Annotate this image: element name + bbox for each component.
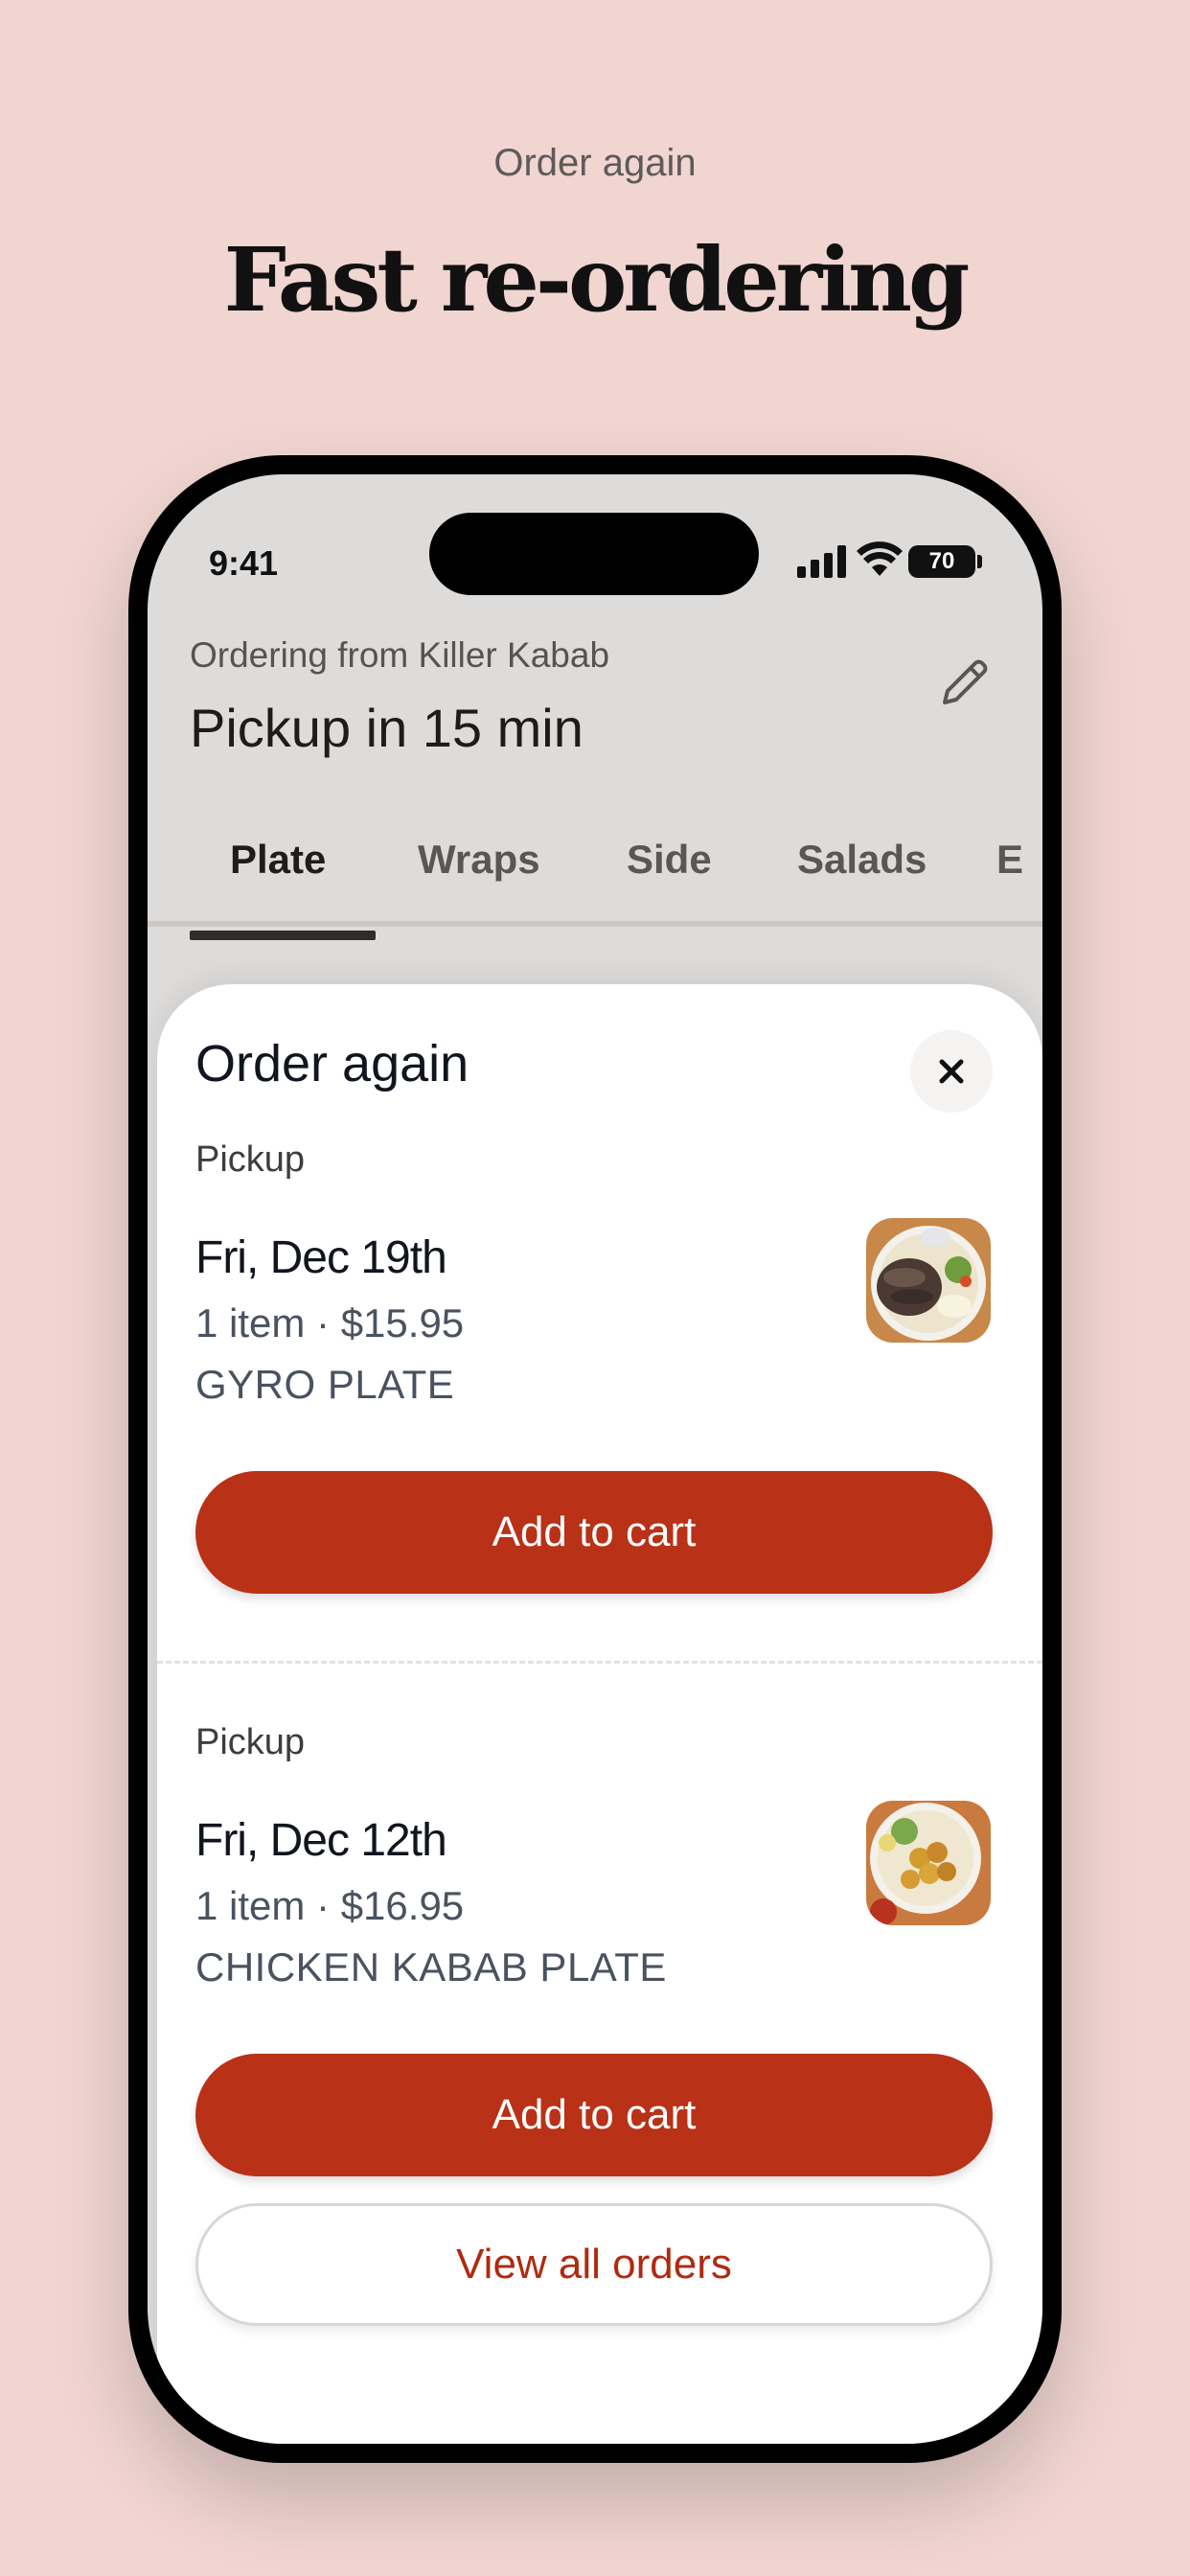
order-meta: 1 item · $15.95 — [195, 1300, 465, 1346]
category-tabs: Plate Wraps Side Salads E — [148, 819, 1042, 927]
chicken-kabab-plate-photo-icon — [866, 1801, 991, 1925]
eyebrow-label: Order again — [493, 142, 697, 184]
tab-side[interactable]: Side — [627, 837, 712, 921]
close-icon — [939, 1059, 964, 1084]
order-item-name: CHICKEN KABAB PLATE — [195, 1944, 667, 1990]
tab-salads[interactable]: Salads — [797, 837, 927, 921]
ordering-from-label: Ordering from Killer Kabab — [190, 635, 610, 675]
cellular-signal-icon — [797, 545, 846, 578]
order-divider — [157, 1661, 1042, 1664]
status-bar: 9:41 70 — [148, 474, 1042, 609]
gyro-plate-photo-icon — [866, 1218, 991, 1343]
order-type: Pickup — [195, 1139, 306, 1180]
close-button[interactable] — [910, 1030, 993, 1113]
tab-plate[interactable]: Plate — [230, 837, 326, 921]
battery-nub — [977, 555, 982, 568]
phone-frame: 9:41 70 Ordering from Killer Kabab Picku… — [128, 455, 1062, 2463]
battery-icon: 70 — [908, 545, 975, 578]
tab-more[interactable]: E — [996, 837, 1023, 921]
view-all-orders-button[interactable]: View all orders — [195, 2203, 993, 2326]
order-again-sheet: Order again Pickup Fri, Dec 19th 1 item … — [157, 984, 1042, 2444]
wifi-icon — [857, 541, 903, 576]
sheet-title: Order again — [195, 1035, 469, 1092]
phone-screen: 9:41 70 Ordering from Killer Kabab Picku… — [148, 474, 1042, 2444]
order-type: Pickup — [195, 1722, 306, 1762]
order-date: Fri, Dec 12th — [195, 1815, 447, 1866]
tab-wraps[interactable]: Wraps — [418, 837, 540, 921]
active-tab-indicator — [190, 931, 376, 940]
add-to-cart-button[interactable]: Add to cart — [195, 2054, 993, 2176]
order-meta: 1 item · $16.95 — [195, 1883, 465, 1928]
add-to-cart-button[interactable]: Add to cart — [195, 1471, 993, 1594]
pickup-time-title: Pickup in 15 min — [190, 698, 584, 758]
headline: Fast re-ordering — [223, 228, 971, 332]
order-item-name: GYRO PLATE — [195, 1362, 455, 1407]
pencil-edit-icon[interactable] — [935, 653, 995, 712]
status-time: 9:41 — [209, 543, 279, 583]
order-date: Fri, Dec 19th — [195, 1232, 447, 1283]
dynamic-island — [429, 513, 759, 595]
